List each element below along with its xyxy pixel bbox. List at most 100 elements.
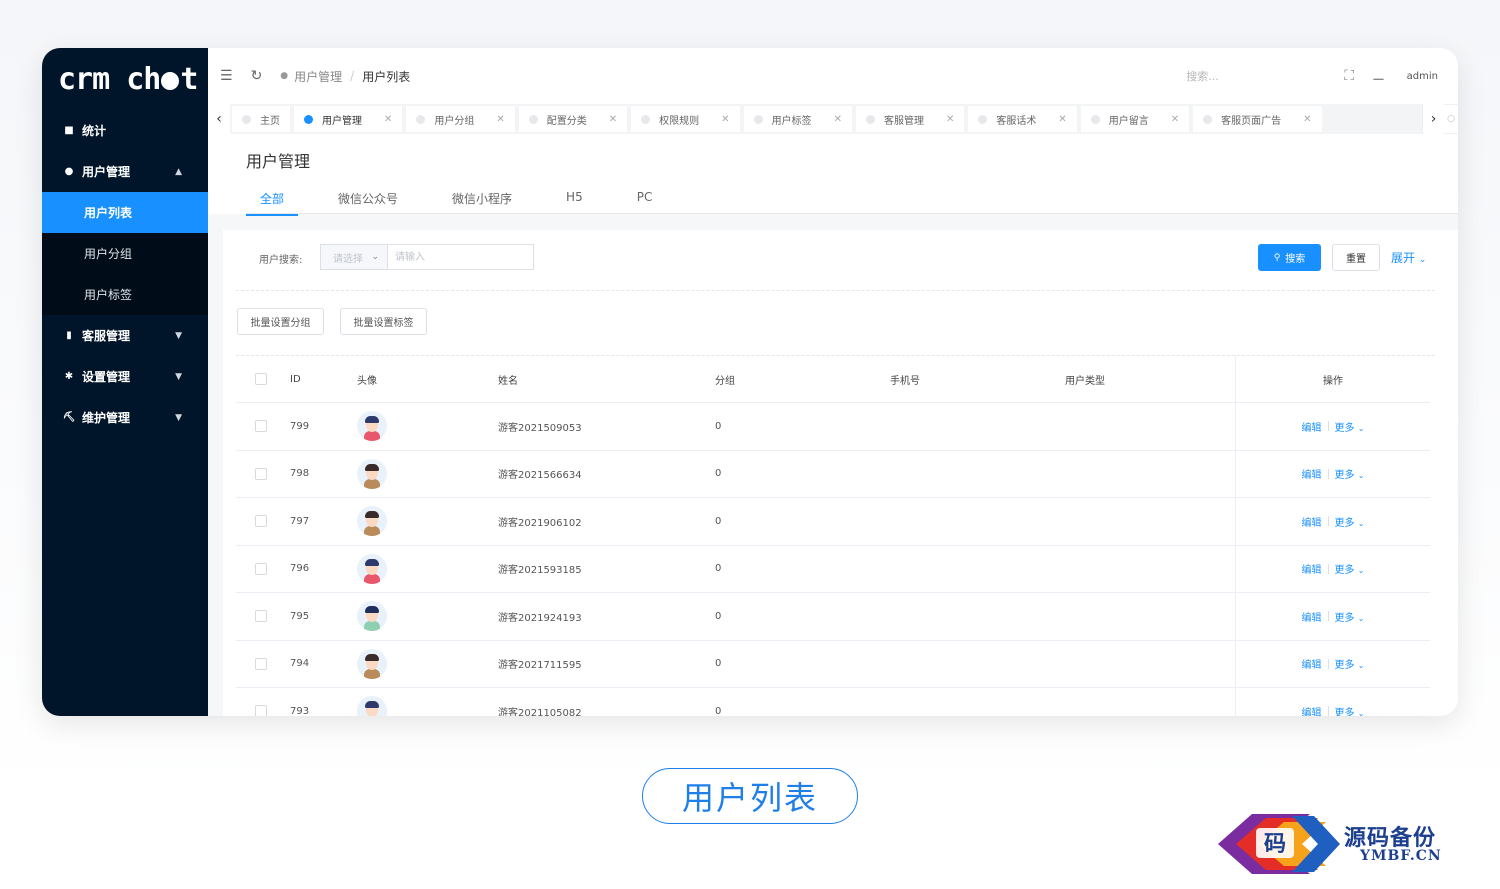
close-icon[interactable]: ✕ xyxy=(834,114,842,125)
close-icon[interactable]: ✕ xyxy=(1058,114,1066,125)
menu-toggle-icon[interactable]: ☰ xyxy=(220,68,233,84)
sidebar-item-user-tags[interactable]: 用户标签 xyxy=(42,274,208,315)
edit-link[interactable]: 编辑 xyxy=(1302,704,1322,716)
search-button[interactable]: ⚲ 搜索 xyxy=(1258,244,1321,271)
edit-link[interactable]: 编辑 xyxy=(1302,561,1322,576)
cell-actions: 编辑 更多 ⌄ xyxy=(1235,545,1430,592)
search-field-select[interactable]: 请选择 ⌄ xyxy=(320,244,388,270)
tab-label: 配置分类 xyxy=(546,115,587,127)
sidebar-item-service[interactable]: ▮ 客服管理 ▼ xyxy=(42,315,208,356)
sidebar-item-users[interactable]: ● 用户管理 ▲ xyxy=(42,151,208,192)
cell-name: 游客2021924193 xyxy=(498,612,582,624)
cell-id: 795 xyxy=(290,610,310,622)
more-dropdown[interactable]: 更多 ⌄ xyxy=(1335,561,1365,576)
tab-dot-icon xyxy=(641,114,651,124)
more-dropdown[interactable]: 更多 ⌄ xyxy=(1335,609,1365,624)
edit-link[interactable]: 编辑 xyxy=(1302,656,1322,671)
edit-link[interactable]: 编辑 xyxy=(1302,514,1322,529)
user-name[interactable]: admin xyxy=(1407,71,1438,82)
expand-label: 展开 xyxy=(1391,251,1416,265)
tab-user-groups[interactable]: 用户分组 ✕ xyxy=(406,106,515,132)
more-label: 更多 xyxy=(1334,422,1355,434)
avatar xyxy=(357,506,387,537)
tab-user-tags[interactable]: 用户标签 ✕ xyxy=(743,106,852,132)
tab-label: 权限规则 xyxy=(659,115,700,127)
table-body: 799 游客2021509053 0 编辑 更多 ⌄ 798 游客2021566634 0 编辑… xyxy=(236,403,1430,716)
batch-set-tag-button[interactable]: 批量设置标签 xyxy=(340,308,427,335)
select-all-checkbox[interactable] xyxy=(255,373,267,385)
edit-link[interactable]: 编辑 xyxy=(1302,609,1322,624)
fullscreen-icon[interactable]: ⛶ xyxy=(1344,68,1354,84)
more-dropdown[interactable]: 更多 ⌄ xyxy=(1335,466,1365,481)
cell-actions: 编辑 更多 ⌄ xyxy=(1235,498,1430,545)
more-dropdown[interactable]: 更多 ⌄ xyxy=(1335,656,1365,671)
chevron-down-icon: ▼ xyxy=(175,412,182,423)
row-checkbox[interactable] xyxy=(255,610,267,623)
sidebar-item-user-list[interactable]: 用户列表 xyxy=(42,192,208,233)
chevron-down-icon: ⌄ xyxy=(1418,255,1427,265)
cell-actions: 编辑 更多 ⌄ xyxy=(1235,688,1430,716)
close-icon[interactable]: ✕ xyxy=(496,114,504,125)
close-icon[interactable]: ✕ xyxy=(1171,114,1179,125)
sidebar-item-stats[interactable]: ■ 统计 xyxy=(42,110,208,151)
table-row: 797 游客2021906102 0 编辑 更多 ⌄ xyxy=(236,498,1430,546)
edit-link[interactable]: 编辑 xyxy=(1302,466,1322,481)
row-checkbox[interactable] xyxy=(255,515,267,528)
batch-set-group-button[interactable]: 批量设置分组 xyxy=(237,308,324,335)
global-search-input[interactable]: 搜索... xyxy=(1186,68,1326,84)
bell-icon[interactable]: ⚊ xyxy=(1372,68,1385,84)
breadcrumb: ● 用户管理 / 用户列表 xyxy=(280,68,410,85)
row-checkbox[interactable] xyxy=(255,705,267,716)
cell-id: 799 xyxy=(290,420,310,432)
row-checkbox[interactable] xyxy=(255,420,267,433)
search-input[interactable] xyxy=(387,244,534,270)
avatar xyxy=(357,411,387,442)
sidebar-item-maintenance[interactable]: ⛏ 维护管理 ▼ xyxy=(42,397,208,438)
tab-service-management[interactable]: 客服管理 ✕ xyxy=(855,106,965,132)
cell-name: 游客2021906102 xyxy=(498,517,582,529)
cell-name: 游客2021509053 xyxy=(498,422,582,434)
person-icon: ● xyxy=(280,71,289,81)
sidebar-item-settings[interactable]: ✱ 设置管理 ▼ xyxy=(42,356,208,397)
tab-service-scripts[interactable]: 客服话术 ✕ xyxy=(968,106,1077,132)
close-icon[interactable]: ✕ xyxy=(609,114,617,125)
refresh-icon[interactable]: ↻ xyxy=(251,68,263,84)
row-checkbox[interactable] xyxy=(255,657,267,670)
breadcrumb-item[interactable]: 用户管理 xyxy=(294,68,342,85)
cell-name: 游客2021593185 xyxy=(498,565,582,577)
more-dropdown[interactable]: 更多 ⌄ xyxy=(1335,514,1365,529)
watermark-site: YMBF.CN xyxy=(1360,848,1442,864)
tabs-scroll-left-icon[interactable]: ‹ xyxy=(208,104,230,134)
tabs-scroll-right-icon[interactable]: › xyxy=(1422,104,1444,134)
edit-link[interactable]: 编辑 xyxy=(1302,419,1322,434)
select-all-cell xyxy=(255,356,267,402)
expand-button[interactable]: 展开 ⌄ xyxy=(1391,249,1426,266)
cell-actions: 编辑 更多 ⌄ xyxy=(1235,593,1430,640)
close-icon[interactable]: ✕ xyxy=(946,114,954,125)
tab-permission-rules[interactable]: 权限规则 ✕ xyxy=(631,106,740,132)
tab-dot-icon xyxy=(1090,114,1100,124)
row-checkbox[interactable] xyxy=(255,562,267,575)
logo-dot xyxy=(161,72,180,90)
close-icon[interactable]: ✕ xyxy=(721,114,729,125)
tab-label: 客服页面广告 xyxy=(1221,115,1282,127)
tabs-more-icon[interactable]: ○ xyxy=(1444,104,1458,134)
home-icon: ■ xyxy=(64,125,74,136)
sidebar-item-user-groups[interactable]: 用户分组 xyxy=(42,233,208,274)
close-icon[interactable]: ✕ xyxy=(384,114,392,125)
table-row: 799 游客2021509053 0 编辑 更多 ⌄ xyxy=(236,403,1430,451)
tab-label: 主页 xyxy=(260,115,280,127)
tab-home[interactable]: 主页 xyxy=(232,106,290,132)
tab-service-ads[interactable]: 客服页面广告 ✕ xyxy=(1193,106,1322,132)
tab-user-messages[interactable]: 用户留言 ✕ xyxy=(1080,106,1190,132)
row-checkbox[interactable] xyxy=(255,467,267,480)
chevron-down-icon: ⌄ xyxy=(1357,613,1365,623)
more-label: 更多 xyxy=(1334,707,1355,716)
reset-button[interactable]: 重置 xyxy=(1332,244,1380,271)
tab-config-categories[interactable]: 配置分类 ✕ xyxy=(518,106,628,132)
tab-user-management[interactable]: 用户管理 ✕ xyxy=(294,106,403,132)
more-dropdown[interactable]: 更多 ⌄ xyxy=(1335,419,1365,434)
more-dropdown[interactable]: 更多 ⌄ xyxy=(1335,704,1365,716)
close-icon[interactable]: ✕ xyxy=(1303,114,1311,125)
col-user-type: 用户类型 xyxy=(1065,375,1105,387)
